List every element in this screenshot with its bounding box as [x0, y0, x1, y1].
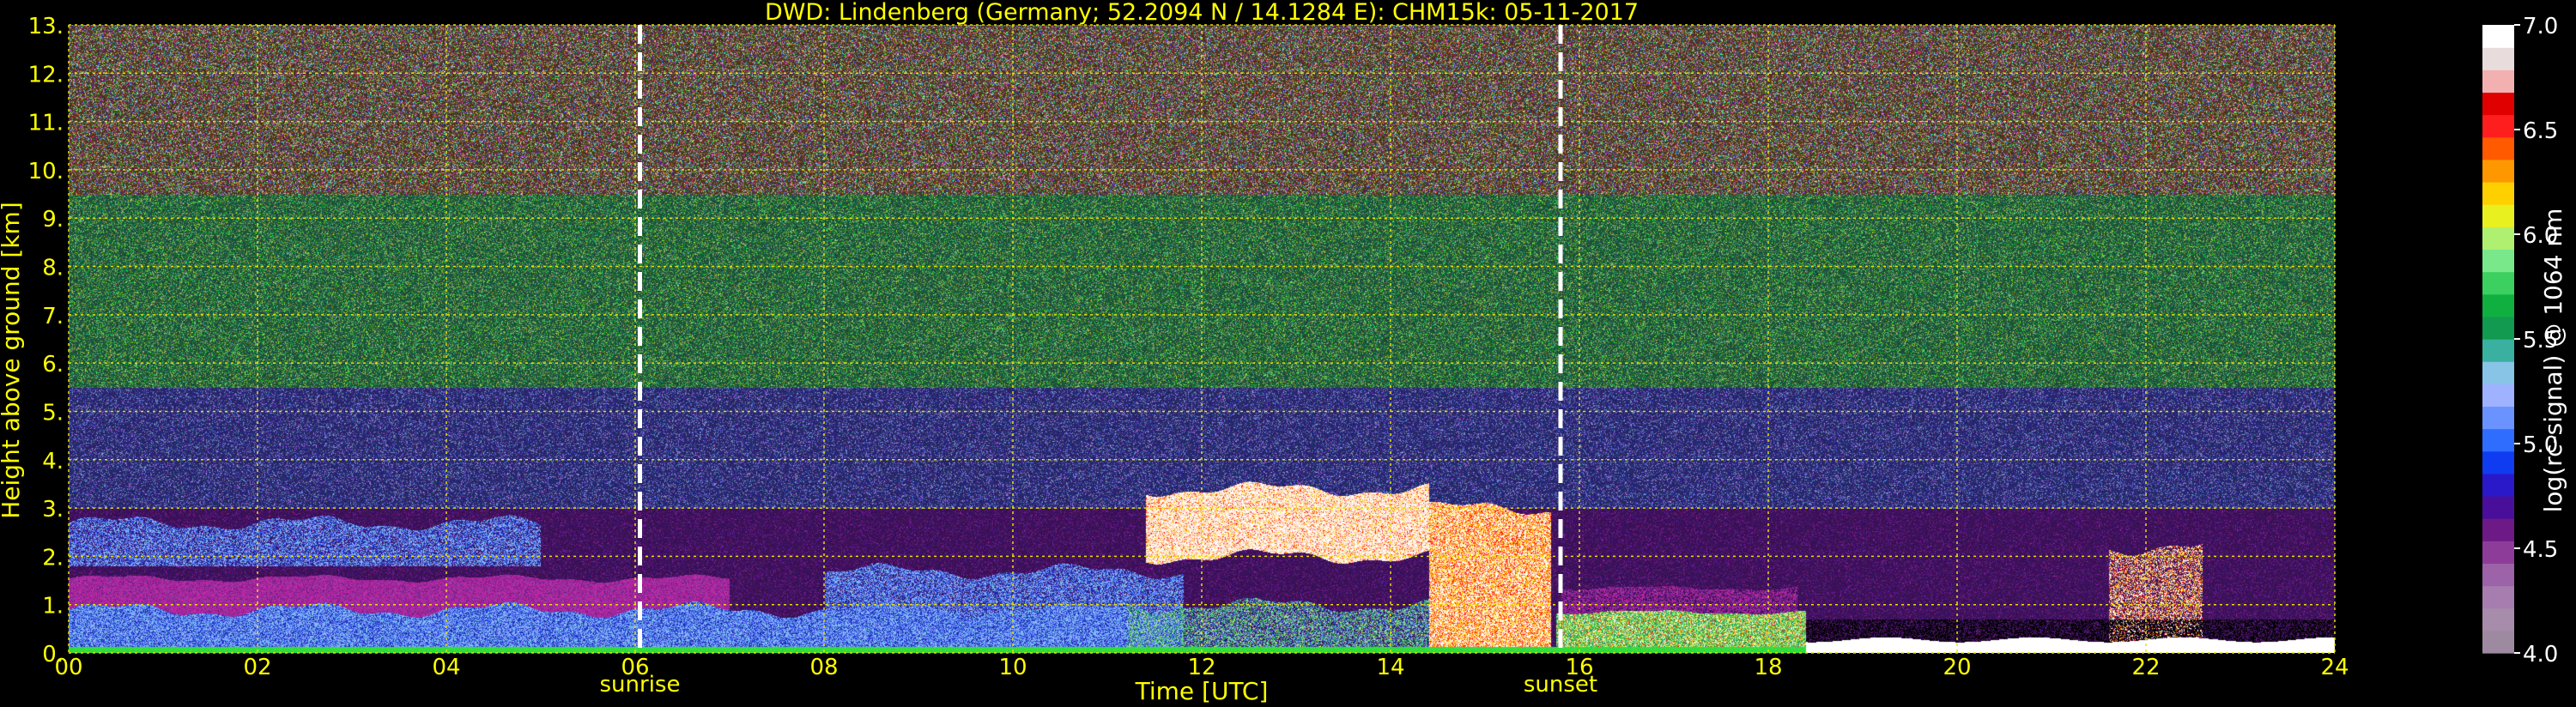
- x-tick-label: 06: [621, 655, 649, 680]
- y-axis-label: Height above ground [km]: [0, 202, 25, 519]
- colorbar-segment: [2482, 406, 2514, 430]
- y-tick-label: 13.: [28, 14, 64, 39]
- x-tick-label: 20: [1943, 655, 1971, 680]
- colorbar-segment: [2482, 473, 2514, 497]
- colorbar-segment: [2482, 114, 2514, 138]
- colorbar-segment: [2482, 607, 2514, 631]
- y-tick-label: 4.: [42, 449, 64, 474]
- y-tick-label: 10.: [28, 159, 64, 184]
- x-tick-label: 18: [1754, 655, 1782, 680]
- colorbar-segment: [2482, 136, 2514, 160]
- y-tick-label: 2.: [42, 545, 64, 571]
- x-tick-label: 24: [2320, 655, 2349, 680]
- x-axis-label: Time [UTC]: [1135, 677, 1269, 705]
- x-tick-label: 02: [243, 655, 271, 680]
- colorbar-segment: [2482, 450, 2514, 474]
- colorbar-segment: [2482, 293, 2514, 317]
- x-tick-label: 14: [1376, 655, 1404, 680]
- x-tick-label: 04: [432, 655, 460, 680]
- y-tick-label: 5.: [42, 400, 64, 426]
- y-tick-label: 12.: [28, 62, 64, 88]
- colorbar-segment: [2482, 316, 2514, 340]
- colorbar-segment: [2482, 361, 2514, 384]
- y-tick-label: 11.: [28, 111, 64, 136]
- y-tick-label: 7.: [42, 304, 64, 329]
- colorbar-segment: [2482, 630, 2514, 654]
- y-tick-label: 9.: [42, 207, 64, 233]
- colorbar-segment: [2482, 182, 2514, 205]
- colorbar-tick-label: 6.5: [2523, 118, 2558, 144]
- chart-title: DWD: Lindenberg (Germany; 52.2094 N / 14…: [765, 0, 1639, 26]
- x-tick-label: 16: [1565, 655, 1593, 680]
- colorbar-segment: [2482, 25, 2514, 48]
- colorbar-label: log(rc-signal) @ 1064 nm: [2539, 208, 2567, 513]
- colorbar-segment: [2482, 541, 2514, 565]
- colorbar-segment: [2482, 518, 2514, 541]
- y-tick-label: 3.: [42, 497, 64, 523]
- colorbar-segment: [2482, 585, 2514, 609]
- colorbar-segment: [2482, 339, 2514, 362]
- colorbar-segment: [2482, 249, 2514, 273]
- colorbar-segment: [2482, 159, 2514, 183]
- colorbar-segment: [2482, 384, 2514, 408]
- colorbar-tick-label: 4.0: [2523, 642, 2558, 668]
- x-tick-label: 00: [54, 655, 82, 680]
- colorbar: [2482, 25, 2514, 654]
- colorbar-segment: [2482, 92, 2514, 116]
- colorbar-segment: [2482, 47, 2514, 70]
- colorbar-segment: [2482, 227, 2514, 251]
- colorbar-tick-label: 4.5: [2523, 537, 2558, 563]
- y-tick-label: 1.: [42, 594, 64, 619]
- x-tick-label: 22: [2131, 655, 2160, 680]
- x-tick-label: 10: [998, 655, 1027, 680]
- colorbar-segment: [2482, 496, 2514, 519]
- colorbar-segment: [2482, 271, 2514, 295]
- lidar-chart: DWD: Lindenberg (Germany; 52.2094 N / 14…: [0, 0, 2567, 705]
- colorbar-segment: [2482, 69, 2514, 94]
- y-tick-labels: 0.1.2.3.4.5.6.7.8.9.10.11.12.13.: [28, 14, 64, 668]
- colorbar-tick-label: 7.0: [2523, 14, 2558, 39]
- colorbar-segment: [2482, 563, 2514, 587]
- y-tick-label: 8.: [42, 256, 64, 281]
- x-tick-label: 08: [809, 655, 838, 680]
- colorbar-segment: [2482, 428, 2514, 452]
- y-tick-label: 6.: [42, 352, 64, 378]
- colorbar-segment: [2482, 204, 2514, 227]
